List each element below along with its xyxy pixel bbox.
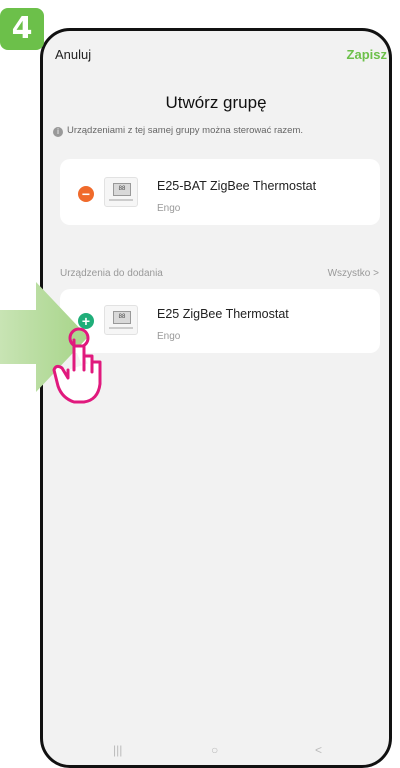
info-icon: i (53, 127, 63, 137)
pointing-hand-icon (52, 327, 102, 404)
cancel-button[interactable]: Anuluj (55, 47, 91, 62)
thermostat-thumbnail: 88 (104, 177, 138, 207)
device-brand: Engo (157, 203, 181, 214)
remove-icon[interactable]: − (78, 186, 94, 202)
device-name: E25 ZigBee Thermostat (157, 307, 289, 321)
recent-apps-icon[interactable]: ||| (113, 743, 122, 757)
back-icon[interactable]: < (315, 743, 322, 757)
select-all-link[interactable]: Wszystko > (328, 268, 379, 279)
save-button[interactable]: Zapisz (347, 47, 387, 62)
thumbnail-line (109, 199, 133, 201)
thermostat-thumbnail: 88 (104, 305, 138, 335)
step-number-badge: 4 (0, 8, 44, 50)
system-nav-bar: ||| ○ < (43, 743, 389, 763)
thumbnail-display: 88 (113, 183, 131, 196)
group-device-card: − 88 E25-BAT ZigBee Thermostat Engo (60, 159, 380, 225)
hint-text: i Urządzeniami z tej samej grupy można st… (53, 125, 389, 137)
thumbnail-line (109, 327, 133, 329)
section-label: Urządzenia do dodania (60, 268, 163, 279)
home-icon[interactable]: ○ (211, 743, 218, 757)
hint-label: Urządzeniami z tej samej grupy można ste… (67, 125, 304, 136)
device-brand: Engo (157, 331, 181, 342)
device-name: E25-BAT ZigBee Thermostat (157, 179, 317, 193)
top-bar: Anuluj Zapisz (43, 43, 389, 67)
available-device-card[interactable]: + 88 E25 ZigBee Thermostat Engo (60, 289, 380, 353)
thumbnail-display: 88 (113, 311, 131, 324)
page-title: Utwórz grupę (165, 93, 267, 112)
